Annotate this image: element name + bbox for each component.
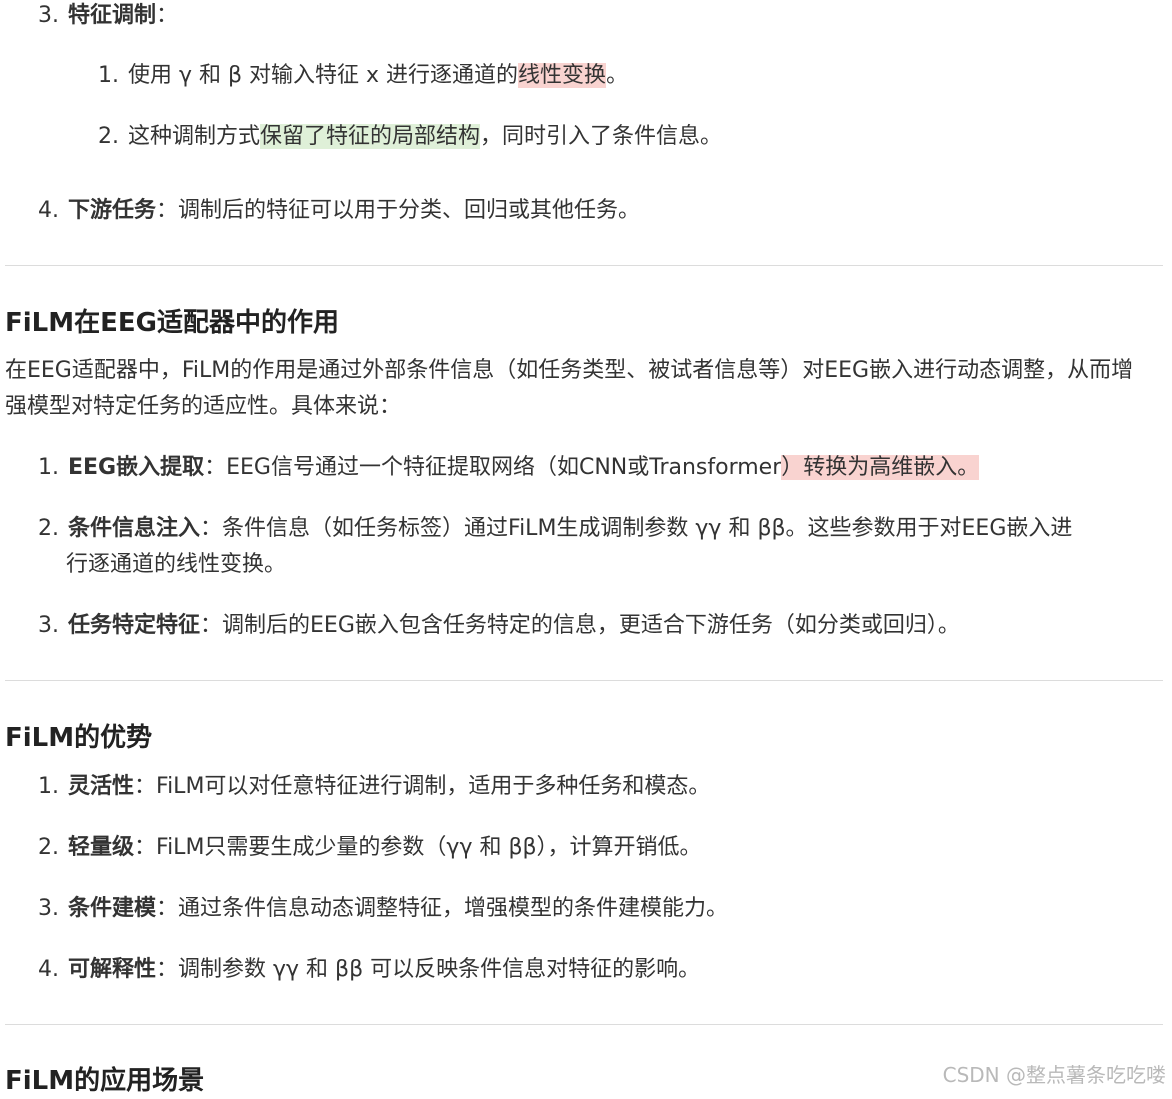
advantage-item-2: 2. 轻量级：FiLM只需要生成少量的参数（γγ 和 ββ），计算开销低。 — [38, 835, 702, 860]
list-item-title: 条件建模 — [68, 896, 157, 921]
list-item-title: 任务特定特征 — [68, 613, 201, 638]
divider — [5, 265, 1163, 266]
section-intro-paragraph: 在EEG适配器中，FiLM的作用是通过外部条件信息（如任务类型、被试者信息等）对… — [5, 358, 1134, 419]
eeg-list-item-2: 2. 条件信息注入：条件信息（如任务标签）通过FiLM生成调制参数 γγ 和 β… — [38, 516, 1073, 541]
list-item-feature-modulation: 3. 特征调制： — [38, 3, 179, 28]
list-item-title: 特征调制 — [68, 3, 157, 28]
list-item-title: 下游任务 — [68, 198, 157, 223]
eeg-list-item-1: 1. EEG嵌入提取：EEG信号通过一个特征提取网络（如CNN或Transfor… — [38, 455, 980, 480]
eeg-list-item-3: 3. 任务特定特征：调制后的EEG嵌入包含任务特定的信息，更适合下游任务（如分类… — [38, 613, 960, 638]
highlight-green: 保留了特征的局部结构 — [260, 124, 481, 149]
list-item-title: 可解释性 — [68, 957, 157, 982]
divider — [5, 680, 1163, 681]
advantage-item-4: 4. 可解释性：调制参数 γγ 和 ββ 可以反映条件信息对特征的影响。 — [38, 957, 701, 982]
advantage-item-3: 3. 条件建模：通过条件信息动态调整特征，增强模型的条件建模能力。 — [38, 896, 729, 921]
list-item-downstream-task: 4. 下游任务：调制后的特征可以用于分类、回归或其他任务。 — [38, 198, 641, 223]
section-heading-applications: FiLM的应用场景 — [5, 1066, 205, 1096]
sub-list-item-2: 2. 这种调制方式保留了特征的局部结构，同时引入了条件信息。 — [98, 124, 723, 149]
divider — [5, 1024, 1163, 1025]
list-item-title: 轻量级 — [68, 835, 135, 860]
article-body: 3. 特征调制： 1. 使用 γ 和 β 对输入特征 x 进行逐通道的线性变换。… — [0, 0, 1172, 1099]
list-item-title: 灵活性 — [68, 774, 135, 799]
section-heading-eeg: FiLM在EEG适配器中的作用 — [5, 308, 339, 338]
watermark: CSDN @整点薯条吃吃喽 — [942, 1063, 1166, 1087]
list-item-title: 条件信息注入 — [68, 516, 201, 541]
highlight-red: ）转换为高维嵌入。 — [781, 455, 980, 480]
section-heading-advantages: FiLM的优势 — [5, 723, 153, 753]
sub-list-item-1: 1. 使用 γ 和 β 对输入特征 x 进行逐通道的线性变换。 — [98, 63, 629, 88]
highlight-red: 线性变换 — [518, 63, 607, 88]
eeg-list-item-2-continued: 行逐通道的线性变换。 — [66, 552, 287, 577]
advantage-item-1: 1. 灵活性：FiLM可以对任意特征进行调制，适用于多种任务和模态。 — [38, 774, 711, 799]
list-item-title: EEG嵌入提取 — [68, 455, 205, 480]
